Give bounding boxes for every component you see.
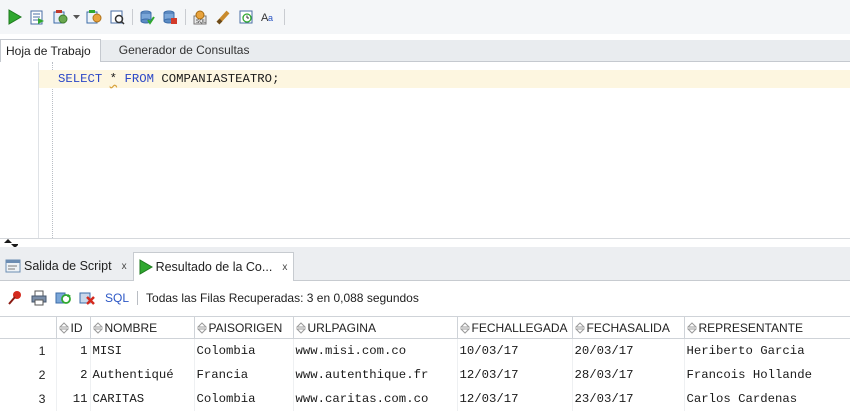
cell-paisorigen[interactable]: Colombia [194, 338, 294, 363]
column-header-representante[interactable]: REPRESENTANTE [683, 316, 850, 339]
row-number-header [0, 316, 57, 339]
print-icon[interactable] [29, 287, 49, 309]
column-header-label: PAISORIGEN [208, 320, 283, 335]
sort-icon [686, 322, 697, 335]
column-header-paisorigen[interactable]: PAISORIGEN [193, 316, 294, 339]
autotrace-icon[interactable] [49, 6, 70, 28]
case-format-icon[interactable]: Aa [258, 6, 279, 28]
sort-icon [58, 322, 69, 335]
run-statement-icon [137, 259, 153, 275]
results-grid: ID NOMBRE PAISORIGEN URLPAGINA FECHALLEG… [0, 316, 850, 411]
result-tabs: Salida de Script x Resultado de la Co...… [0, 247, 850, 281]
sql-editor[interactable]: SELECT * FROM COMPANIASTEATRO; [0, 62, 850, 238]
sort-icon [92, 322, 103, 335]
cell-fechasalida[interactable]: 23/03/17 [572, 386, 685, 411]
cell-nombre[interactable]: MISI [90, 338, 195, 363]
pin-icon[interactable] [5, 287, 25, 309]
cell-fechallegada[interactable]: 12/03/17 [457, 386, 573, 411]
toolbar-separator [132, 9, 133, 25]
cell-representante[interactable]: Carlos Cardenas [684, 386, 850, 411]
cell-id[interactable]: 11 [56, 386, 91, 411]
run-script-icon[interactable] [26, 6, 47, 28]
close-icon[interactable]: x [122, 261, 127, 272]
tab-query-builder[interactable]: Generador de Consultas [101, 39, 259, 61]
column-header-label: URLPAGINA [307, 320, 376, 335]
table-row[interactable]: 3 11 CARITAS Colombia www.caritas.com.co… [0, 386, 850, 411]
table-name: COMPANIASTEATRO; [161, 72, 280, 86]
fold-guide [52, 62, 53, 238]
history-icon[interactable] [235, 6, 256, 28]
fetch-status: Todas las Filas Recuperadas: 3 en 0,088 … [146, 291, 419, 305]
column-header-label: ID [70, 320, 83, 335]
cell-representante[interactable]: Heriberto Garcia [684, 338, 850, 363]
table-row[interactable]: 2 2 Authentiqué Francia www.autenthique.… [0, 362, 850, 387]
panel-splitter[interactable] [0, 238, 850, 248]
cell-fechasalida[interactable]: 28/03/17 [572, 362, 685, 387]
toolbar-separator [185, 9, 186, 25]
cell-id[interactable]: 2 [56, 362, 91, 387]
column-header-urlpagina[interactable]: URLPAGINA [292, 316, 458, 339]
select-all-token: * [109, 72, 118, 86]
cancel-fetch-icon[interactable] [77, 287, 97, 309]
tab-worksheet[interactable]: Hoja de Trabajo [0, 39, 101, 62]
sql-tuning-icon[interactable] [106, 6, 127, 28]
cell-urlpagina[interactable]: www.autenthique.fr [293, 362, 458, 387]
row-number: 1 [0, 338, 57, 363]
cell-nombre[interactable]: Authentiqué [90, 362, 195, 387]
column-header-label: FECHASALIDA [586, 320, 670, 335]
cell-fechallegada[interactable]: 12/03/17 [457, 362, 573, 387]
keyword-select: SELECT [58, 72, 103, 86]
svg-text:SQL: SQL [196, 19, 206, 25]
commit-icon[interactable] [136, 6, 157, 28]
cell-fechallegada[interactable]: 10/03/17 [457, 338, 573, 363]
cell-urlpagina[interactable]: www.misi.com.co [293, 338, 458, 363]
row-number: 3 [0, 386, 57, 411]
cell-urlpagina[interactable]: www.caritas.com.co [293, 386, 458, 411]
sql-statement[interactable]: SELECT * FROM COMPANIASTEATRO; [58, 72, 279, 86]
cell-id[interactable]: 1 [56, 338, 91, 363]
run-statement-icon[interactable] [3, 6, 24, 28]
tab-query-result-label: Resultado de la Co... [155, 260, 273, 274]
refresh-icon[interactable] [53, 287, 73, 309]
explain-plan-icon[interactable] [83, 6, 104, 28]
worksheet-toolbar: SQL Aa [0, 0, 850, 34]
svg-text:a: a [268, 13, 273, 23]
cell-paisorigen[interactable]: Colombia [194, 386, 294, 411]
sort-icon [295, 322, 306, 335]
line-gutter [0, 62, 38, 238]
toolbar-separator [137, 291, 139, 305]
tab-query-result[interactable]: Resultado de la Co... x [132, 252, 295, 281]
table-row[interactable]: 1 1 MISI Colombia www.misi.com.co 10/03/… [0, 338, 850, 363]
sql-link[interactable]: SQL [105, 291, 129, 305]
clear-icon[interactable] [212, 6, 233, 28]
column-header-label: REPRESENTANTE [698, 320, 803, 335]
sort-icon [574, 322, 585, 335]
unshared-sql-icon[interactable]: SQL [189, 6, 210, 28]
grid-header-row: ID NOMBRE PAISORIGEN URLPAGINA FECHALLEG… [0, 316, 850, 339]
column-header-label: NOMBRE [104, 320, 158, 335]
column-header-fechallegada[interactable]: FECHALLEGADA [456, 316, 573, 339]
close-icon[interactable]: x [282, 262, 287, 273]
keyword-from: FROM [124, 72, 154, 86]
row-number: 2 [0, 362, 57, 387]
column-header-label: FECHALLEGADA [471, 320, 568, 335]
gutter-divider [38, 62, 39, 238]
column-header-nombre[interactable]: NOMBRE [89, 316, 195, 339]
toolbar-separator [284, 9, 285, 25]
tab-script-output[interactable]: Salida de Script x [2, 252, 133, 280]
column-header-id[interactable]: ID [55, 316, 91, 339]
column-header-fechasalida[interactable]: FECHASALIDA [571, 316, 685, 339]
autotrace-dropdown-icon[interactable] [72, 6, 81, 28]
cell-nombre[interactable]: CARITAS [90, 386, 195, 411]
script-output-icon [5, 258, 21, 274]
sort-icon [196, 322, 207, 335]
sort-icon [459, 322, 470, 335]
rollback-icon[interactable] [159, 6, 180, 28]
worksheet-tabs: Hoja de Trabajo Generador de Consultas [0, 39, 850, 62]
cell-fechasalida[interactable]: 20/03/17 [572, 338, 685, 363]
cell-paisorigen[interactable]: Francia [194, 362, 294, 387]
tab-script-output-label: Salida de Script [24, 259, 112, 273]
result-toolbar: SQL Todas las Filas Recuperadas: 3 en 0,… [0, 281, 850, 315]
cell-representante[interactable]: Francois Hollande [684, 362, 850, 387]
